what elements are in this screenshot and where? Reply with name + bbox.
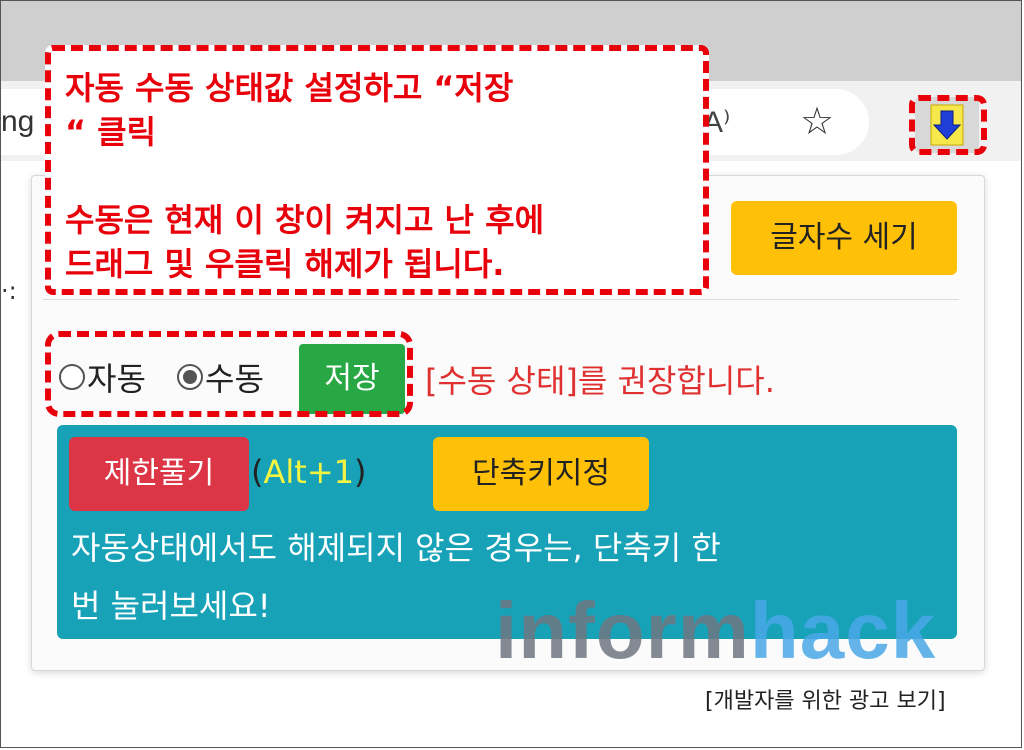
shortcut-open-paren: ( [251, 453, 264, 491]
watermark-part-2: hack [749, 586, 937, 675]
shortcut-key: Alt+1 [263, 453, 354, 491]
star-icon[interactable]: ☆ [797, 101, 837, 141]
callout-line-3: 수동은 현재 이 창이 켜지고 난 후에 [65, 201, 545, 239]
page-text-fragment: ·: [1, 277, 17, 305]
developer-ad-link[interactable]: [개발자를 위한 광고 보기] [705, 683, 946, 715]
shortcut-hint: (Alt+1) [251, 453, 366, 491]
callout-line-2: “ 클릭 [65, 113, 157, 151]
shortcut-close-paren: ) [353, 453, 367, 491]
extension-highlight-callout [909, 95, 987, 155]
page-background [1, 161, 31, 747]
shortcut-settings-button[interactable]: 단축키지정 [433, 437, 649, 511]
info-text-line-2: 번 눌러보세요! [71, 587, 271, 625]
char-count-button[interactable]: 글자수 세기 [731, 201, 957, 275]
popup-divider [43, 299, 959, 300]
address-bar-text: ng [1, 105, 35, 138]
callout-line-1: 자동 수동 상태값 설정하고 “저장 [65, 69, 514, 107]
screenshot-frame: ng A⁾ ☆ ·: 글자수 세기 자동 수동 상태값 설정하고 “저장 “ 클… [0, 0, 1022, 748]
watermark-logo: informhack [495, 585, 936, 677]
callout-line-4: 드래그 및 우클릭 해제가 됩니다. [65, 245, 505, 283]
watermark-part-1: inform [495, 586, 750, 675]
mode-selection-callout [45, 331, 413, 417]
unlock-button[interactable]: 제한풀기 [69, 437, 249, 511]
info-text-line-1: 자동상태에서도 해제되지 않은 경우는, 단축키 한 [71, 529, 721, 567]
recommendation-text: [수동 상태]를 권장합니다. [425, 362, 775, 400]
